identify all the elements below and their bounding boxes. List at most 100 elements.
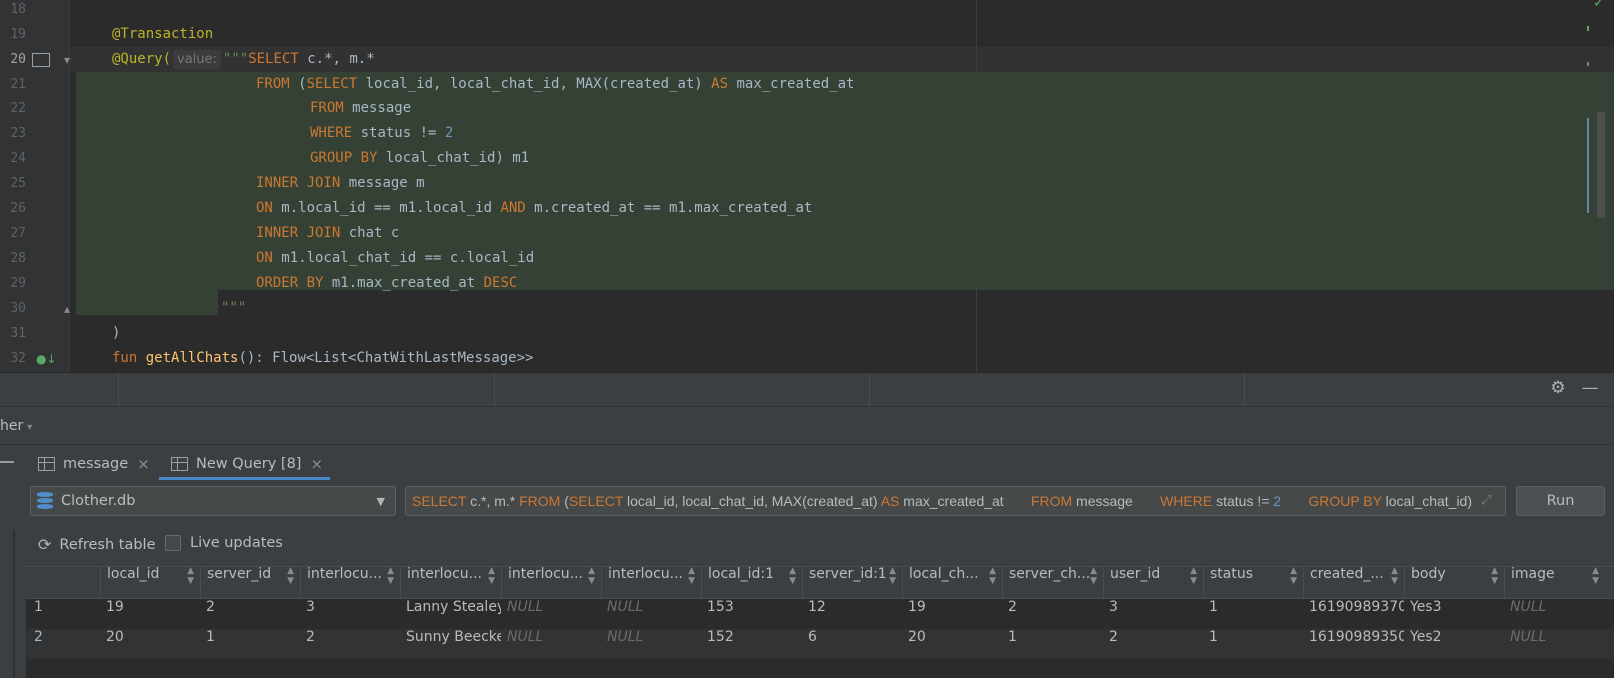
sql-text: c.*, m.* (298, 51, 375, 67)
sort-icon[interactable]: ▲ ▼ (989, 566, 996, 586)
table-cell[interactable]: 2 (300, 629, 400, 659)
sort-icon[interactable]: ▲ ▼ (1592, 566, 1599, 586)
live-updates-label: Live updates (190, 535, 283, 551)
table-cell[interactable]: NULL (601, 629, 701, 659)
sql-text: m1.max_created_at (323, 275, 484, 291)
process-selector-label: her (0, 418, 24, 434)
column-header[interactable]: user_id ▲ ▼ (1103, 566, 1203, 599)
database-select[interactable]: Clother.db ▼ (30, 486, 396, 516)
column-header[interactable]: local_ch... ▲ ▼ (902, 566, 1002, 599)
table-cell[interactable]: NULL (601, 599, 701, 629)
column-header[interactable]: local_id:1 ▲ ▼ (701, 566, 802, 599)
column-header[interactable]: local_id ▲ ▼ (100, 566, 200, 599)
sort-icon[interactable]: ▲ ▼ (287, 566, 294, 586)
column-header[interactable]: status ▲ ▼ (1203, 566, 1303, 599)
column-header[interactable]: interlocu... ▲ ▼ (501, 566, 601, 599)
sort-icon[interactable]: ▲ ▼ (1190, 566, 1197, 586)
expand-icon[interactable]: ⤢ (1481, 493, 1491, 508)
table-cell[interactable]: Yes3 (1404, 599, 1504, 629)
sort-icon[interactable]: ▲ ▼ (1090, 566, 1097, 586)
query-input[interactable]: SELECT c.*, m.* FROM (SELECT local_id, l… (405, 486, 1506, 516)
table-cell[interactable]: 20 (100, 629, 200, 659)
table-cell[interactable]: NULL (501, 629, 601, 659)
table-cell[interactable]: 2 (1103, 629, 1203, 659)
collapse-icon[interactable] (0, 461, 14, 463)
sort-icon[interactable]: ▲ ▼ (1290, 566, 1297, 586)
inspection-ok-icon[interactable]: ✓ (1593, 0, 1605, 10)
column-header[interactable]: image ▲ ▼ (1504, 566, 1605, 599)
code-line-20: @Query(value: """SELECT c.*, m.* (112, 47, 375, 72)
table-cell[interactable]: 19 (902, 599, 1002, 629)
close-icon[interactable]: × (137, 455, 150, 473)
table-cell[interactable]: 20 (902, 629, 1002, 659)
sort-icon[interactable]: ▲ ▼ (387, 566, 394, 586)
table-cell[interactable]: 1 (1203, 599, 1303, 629)
column-header[interactable]: interlocu... ▲ ▼ (300, 566, 400, 599)
column-header[interactable]: interlocu... ▲ ▼ (400, 566, 501, 599)
table-cell[interactable]: 6 (802, 629, 902, 659)
close-icon[interactable]: × (310, 455, 323, 473)
editor-scrollbar[interactable] (1597, 112, 1605, 218)
column-header[interactable]: interlocu... ▲ ▼ (601, 566, 701, 599)
tab-message[interactable]: message × (38, 448, 150, 480)
column-header[interactable]: created_... ▲ ▼ (1303, 566, 1404, 599)
table-run-icon[interactable] (32, 53, 50, 67)
sort-icon[interactable]: ▲ ▼ (889, 566, 896, 586)
sort-icon[interactable]: ▲ ▼ (1391, 566, 1398, 586)
table-cell[interactable]: 2 (200, 599, 300, 629)
scroll-marker (1587, 26, 1589, 31)
query-text: local_id, local_chat_id, MAX(created_at) (623, 493, 881, 509)
fold-icon[interactable]: ▾ (64, 53, 70, 67)
column-header[interactable]: server_id:1 ▲ ▼ (802, 566, 902, 599)
sort-icon[interactable]: ▲ ▼ (187, 566, 194, 586)
checkbox-box[interactable] (165, 535, 181, 551)
table-cell[interactable]: 152 (701, 629, 802, 659)
table-cell[interactable]: Lanny Stealey (400, 599, 501, 629)
sort-icon[interactable]: ▲ ▼ (688, 566, 695, 586)
table-cell[interactable]: 161909893700 (1303, 599, 1404, 629)
sql-keyword: ORDER BY (256, 275, 324, 291)
sort-icon[interactable]: ▲ ▼ (1491, 566, 1498, 586)
strip-divider (869, 373, 870, 407)
sort-icon[interactable]: ▲ ▼ (789, 566, 796, 586)
table-cell[interactable]: 3 (300, 599, 400, 629)
table-cell[interactable]: 3 (1103, 599, 1203, 629)
process-selector[interactable]: her ▾ (0, 418, 32, 434)
chevron-down-icon: ▾ (27, 422, 33, 433)
column-header[interactable]: body ▲ ▼ (1404, 566, 1504, 599)
table-cell[interactable]: 19 (100, 599, 200, 629)
live-updates-checkbox[interactable]: Live updates (165, 535, 283, 551)
sort-icon[interactable]: ▲ ▼ (588, 566, 595, 586)
run-button[interactable]: Run (1516, 486, 1605, 516)
table-cell[interactable]: 161909893500 (1303, 629, 1404, 659)
tab-new-query[interactable]: New Query [8] × (171, 448, 323, 480)
table-cell[interactable]: 1 (1002, 629, 1103, 659)
code-editor[interactable]: 18 19 20 21 22 23 24 25 26 27 28 29 30 3… (0, 0, 1614, 372)
table-cell[interactable]: Yes2 (1404, 629, 1504, 659)
table-cell[interactable]: NULL (1504, 599, 1605, 629)
table-cell[interactable]: Sunny Beecker (400, 629, 501, 659)
table-cell[interactable]: 12 (802, 599, 902, 629)
implementation-icon[interactable]: ●↓ (36, 352, 57, 366)
table-cell[interactable]: 1 (1203, 629, 1303, 659)
row-number: 2 (34, 629, 43, 645)
sql-keyword: ON (256, 200, 273, 216)
sort-icon[interactable]: ▲ ▼ (488, 566, 495, 586)
query-number: 2 (1273, 493, 1282, 509)
sql-text: local_chat_id) m1 (377, 150, 530, 166)
table-cell[interactable]: NULL (501, 599, 601, 629)
table-cell[interactable]: 153 (701, 599, 802, 629)
minimize-icon[interactable]: — (1579, 377, 1601, 399)
fold-end-icon[interactable]: ▴ (64, 302, 70, 316)
table-cell[interactable]: NULL (1504, 629, 1605, 659)
gear-icon[interactable]: ⚙ (1548, 377, 1568, 399)
query-text: c.*, m.* (466, 493, 520, 509)
column-header[interactable]: server_ch... ▲ ▼ (1002, 566, 1103, 599)
table-cell[interactable]: 2 (1002, 599, 1103, 629)
table-cell[interactable]: 1 (200, 629, 300, 659)
right-margin-guide (976, 0, 977, 372)
code-line-21: FROM (SELECT local_id, local_chat_id, MA… (256, 72, 854, 97)
sql-number: 2 (444, 125, 454, 141)
column-header[interactable]: server_id ▲ ▼ (200, 566, 300, 599)
refresh-table-button[interactable]: ⟳ Refresh table (38, 535, 156, 554)
